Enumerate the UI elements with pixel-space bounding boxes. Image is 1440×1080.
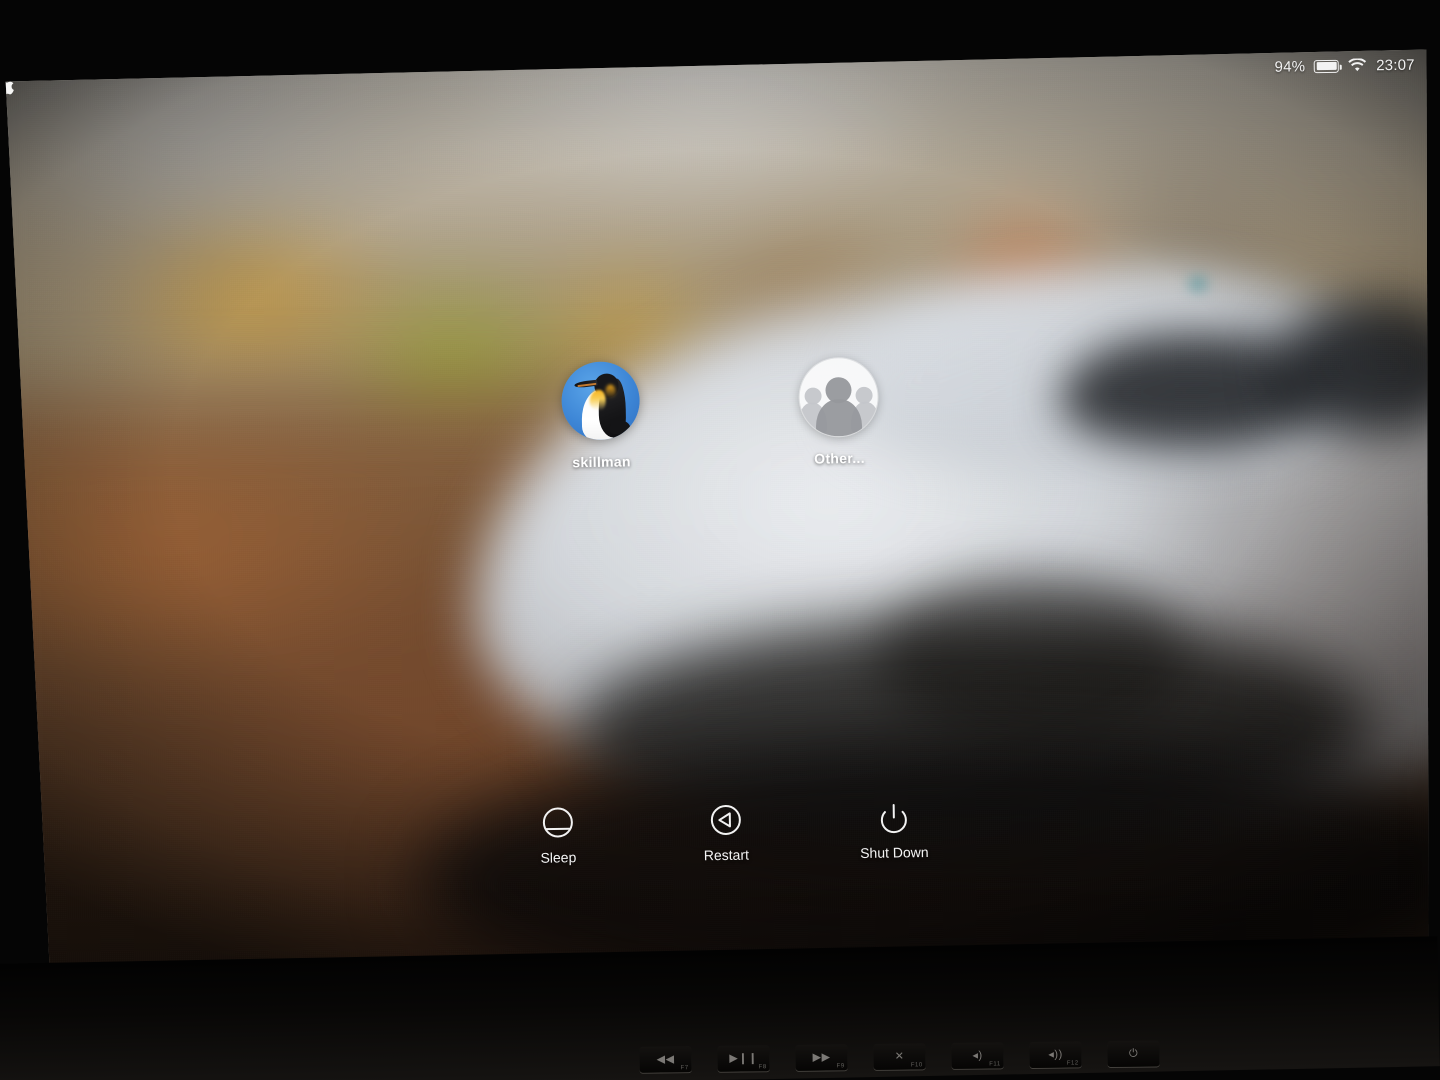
login-screen: 94% 23:07 skillman Other... Sleep Restar… (3, 49, 1440, 982)
user-account-skillman[interactable]: skillman (525, 361, 677, 471)
key-glyph: ✕ (894, 1050, 905, 1063)
key-f9[interactable]: ▶▶ F9 (795, 1044, 848, 1071)
shut-down-button[interactable]: Shut Down (839, 799, 950, 862)
key-label: F8 (758, 1064, 767, 1071)
shut-down-label: Shut Down (859, 843, 929, 861)
key-f8[interactable]: ▶❙❙ F8 (717, 1045, 770, 1072)
key-f12[interactable]: ◂)) F12 (1029, 1041, 1082, 1069)
key-label: F10 (910, 1062, 923, 1069)
wifi-icon[interactable] (1348, 58, 1367, 72)
apple-logo-icon[interactable] (3, 77, 14, 94)
restart-icon (708, 802, 745, 839)
user-name-label: skillman (572, 453, 631, 471)
menu-bar-clock[interactable]: 23:07 (1376, 56, 1415, 74)
key-f7[interactable]: ◀◀ F7 (639, 1046, 692, 1073)
key-glyph: ◂) (972, 1049, 983, 1062)
key-glyph: ◀◀ (656, 1052, 675, 1066)
sleep-icon (540, 804, 577, 841)
key-power[interactable]: ⏻ (1107, 1040, 1160, 1068)
wallpaper-teal-detail (1189, 277, 1207, 291)
laptop-screen-frame: 94% 23:07 skillman Other... Sleep Restar… (3, 49, 1440, 982)
restart-label: Restart (703, 846, 750, 864)
key-label: F9 (836, 1063, 845, 1070)
battery-percentage: 94% (1274, 57, 1306, 76)
key-label: F11 (989, 1061, 1001, 1068)
sleep-button[interactable]: Sleep (503, 804, 614, 867)
user-name-label: Other... (814, 449, 865, 467)
sleep-label: Sleep (540, 849, 577, 866)
key-glyph: ▶❙❙ (729, 1051, 758, 1065)
key-glyph: ▶▶ (812, 1050, 831, 1064)
key-label: F7 (680, 1065, 689, 1072)
key-f10[interactable]: ✕ F10 (873, 1043, 926, 1070)
function-key-row: ◀◀ F7 ▶❙❙ F8 ▶▶ F9 ✕ F10 ◂) F11 ◂)) F12 (639, 1029, 1429, 1073)
battery-icon[interactable] (1314, 59, 1339, 72)
user-account-other[interactable]: Other... (763, 357, 915, 467)
power-icon (876, 799, 913, 836)
key-f11[interactable]: ◂) F11 (951, 1042, 1004, 1069)
user-list: skillman Other... (7, 349, 1432, 478)
multiple-users-avatar-icon[interactable] (799, 358, 878, 437)
photograph-of-laptop: 94% 23:07 skillman Other... Sleep Restar… (0, 0, 1440, 1080)
key-glyph: ⏻ (1128, 1047, 1139, 1060)
key-glyph: ◂)) (1048, 1048, 1063, 1061)
restart-button[interactable]: Restart (671, 801, 782, 864)
penguin-avatar-icon[interactable] (561, 361, 640, 440)
menu-bar-status-items: 94% 23:07 (1274, 56, 1414, 75)
key-label: F12 (1066, 1060, 1079, 1067)
